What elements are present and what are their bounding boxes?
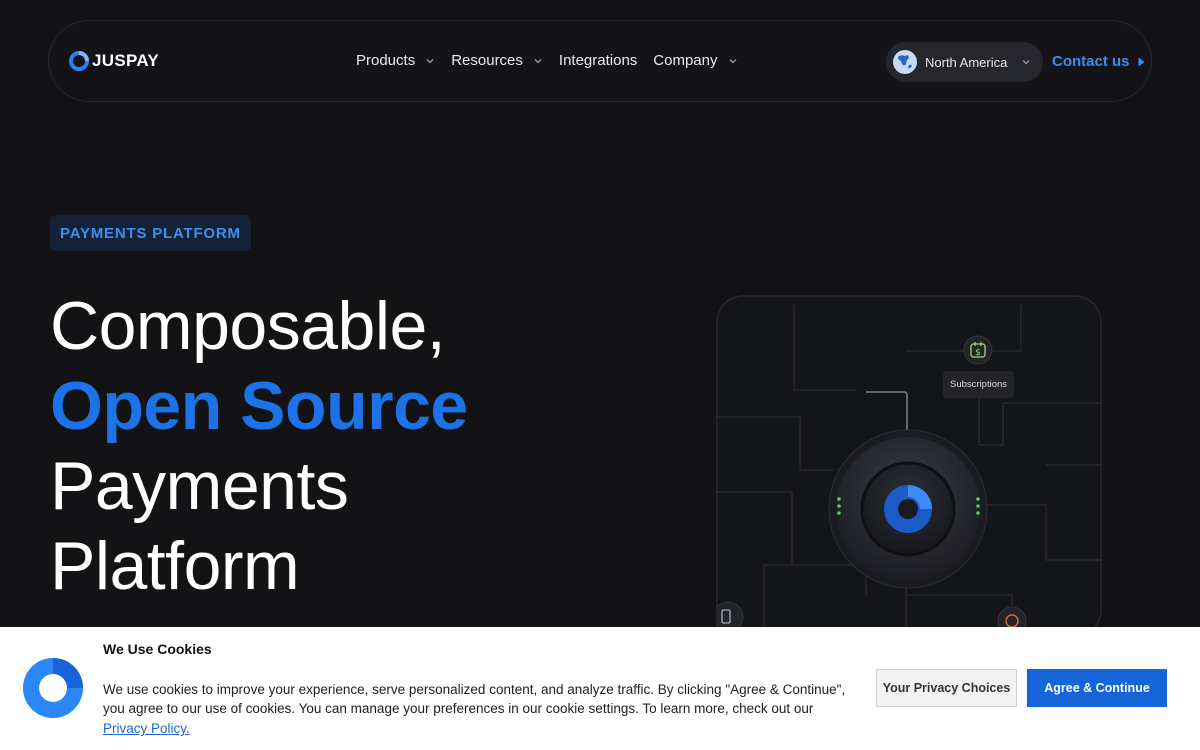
contact-us-label: Contact us	[1052, 53, 1130, 70]
cookie-title: We Use Cookies	[103, 641, 212, 657]
region-selector[interactable]: North America	[886, 42, 1043, 82]
chevron-down-icon	[426, 58, 434, 63]
juspay-logo-icon	[69, 51, 89, 71]
chevron-down-icon	[534, 58, 542, 63]
chevron-down-icon	[1022, 60, 1030, 65]
payment-orchestration-illustration: $	[716, 295, 1102, 627]
menu-resources[interactable]: Resources	[451, 52, 543, 69]
headline-line-3: Payments	[50, 448, 349, 524]
privacy-policy-link[interactable]: Privacy Policy.	[103, 719, 190, 738]
menu-products[interactable]: Products	[356, 52, 435, 69]
headline-line-1: Composable,	[50, 288, 446, 364]
contact-us-link[interactable]: Contact us	[1052, 53, 1145, 70]
globe-icon	[893, 50, 917, 74]
cookie-banner: We Use Cookies We use cookies to improve…	[0, 627, 1200, 750]
agree-continue-button[interactable]: Agree & Continue	[1027, 669, 1167, 707]
menu-company-label: Company	[653, 52, 718, 69]
menu-integrations[interactable]: Integrations	[559, 52, 637, 69]
juspay-logo[interactable]: JUSPAY	[69, 51, 159, 71]
menu-products-label: Products	[356, 52, 416, 69]
top-navigation: JUSPAY Products Resources Integrations C…	[48, 20, 1152, 102]
cookie-message: We use cookies to improve your experienc…	[103, 680, 863, 738]
payments-platform-badge: PAYMENTS PLATFORM	[50, 215, 251, 251]
cookie-message-text: We use cookies to improve your experienc…	[103, 682, 846, 716]
hero-headline: Composable, Open Source Payments Platfor…	[50, 286, 468, 606]
chevron-down-icon	[729, 58, 736, 63]
brand-name: JUSPAY	[92, 51, 160, 70]
status-leds-left	[837, 497, 841, 515]
caret-right-icon	[1138, 57, 1145, 66]
juspay-cookie-logo-icon	[23, 658, 83, 718]
status-leds-right	[976, 497, 980, 515]
juspay-hub-icon	[884, 485, 932, 533]
menu-resources-label: Resources	[451, 52, 523, 69]
subscriptions-tag: Subscriptions	[943, 371, 1014, 398]
menu-integrations-label: Integrations	[558, 52, 638, 69]
svg-text:$: $	[975, 348, 981, 358]
privacy-choices-button[interactable]: Your Privacy Choices	[876, 669, 1017, 707]
region-label: North America	[925, 54, 1008, 70]
main-menu: Products Resources Integrations Company	[356, 52, 738, 69]
headline-line-2: Open Source	[50, 368, 468, 444]
menu-company[interactable]: Company	[653, 52, 737, 69]
headline-line-4: Platform	[50, 528, 300, 604]
